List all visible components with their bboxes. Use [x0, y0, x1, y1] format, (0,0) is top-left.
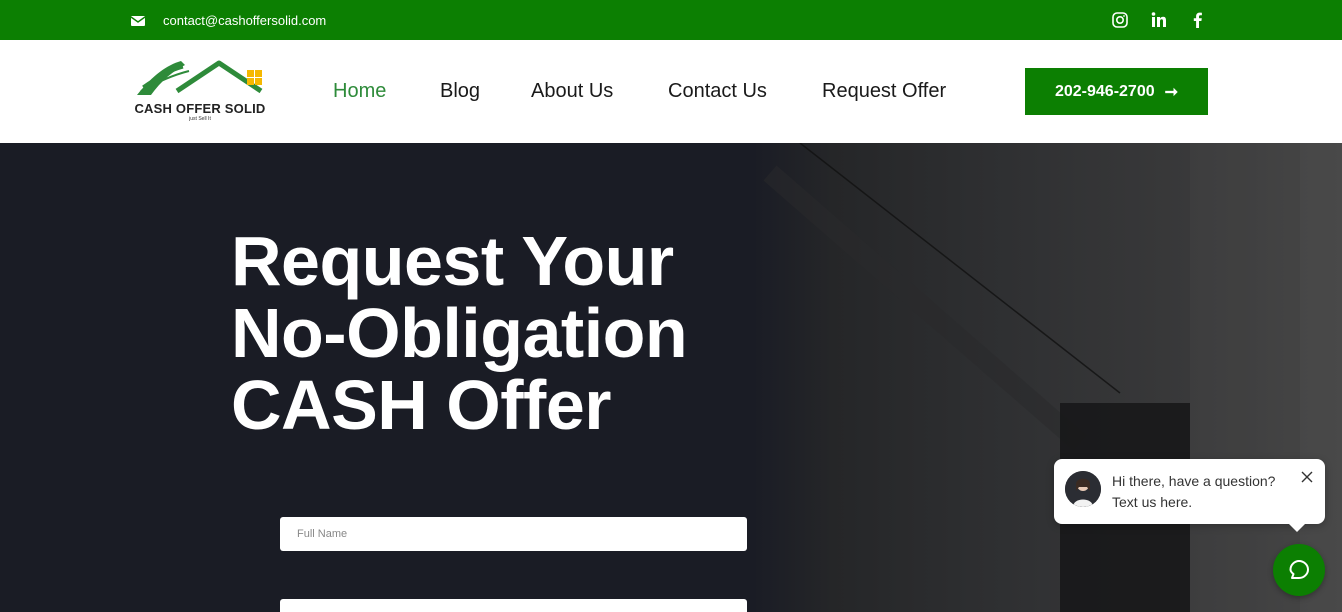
agent-avatar — [1065, 471, 1101, 507]
instagram-link[interactable] — [1111, 11, 1129, 29]
facebook-link[interactable] — [1189, 11, 1207, 29]
hero-title-line: CASH Offer — [231, 366, 612, 444]
chat-line: Hi there, have a question? — [1112, 473, 1276, 489]
house-logo-icon — [137, 60, 263, 95]
chat-prompt-bubble[interactable]: Hi there, have a question? Text us here. — [1054, 459, 1325, 532]
hero-title: Request Your No-Obligation CASH Offer — [231, 222, 688, 444]
nav-home[interactable]: Home — [333, 80, 386, 103]
arrow-right-icon: ➞ — [1164, 83, 1179, 101]
email-link[interactable]: contact@cashoffersolid.com — [131, 13, 326, 28]
nav-request-offer[interactable]: Request Offer — [822, 80, 946, 103]
chat-message: Hi there, have a question? Text us here. — [1112, 471, 1275, 513]
chat-icon — [1289, 560, 1309, 579]
full-name-input[interactable] — [280, 517, 747, 551]
email-text: contact@cashoffersolid.com — [163, 13, 327, 28]
chat-launcher-button[interactable] — [1273, 544, 1325, 596]
nav-contact-us[interactable]: Contact Us — [668, 80, 767, 103]
envelope-icon — [131, 15, 145, 26]
linkedin-icon — [1150, 11, 1168, 29]
nav-about-us[interactable]: About Us — [531, 80, 613, 103]
top-bar: contact@cashoffersolid.com — [0, 0, 1342, 40]
instagram-icon — [1111, 11, 1129, 29]
second-form-input[interactable] — [280, 599, 747, 612]
facebook-icon — [1189, 11, 1207, 29]
linkedin-link[interactable] — [1150, 11, 1168, 29]
nav-blog[interactable]: Blog — [440, 80, 480, 103]
site-header: CASH OFFER SOLID just Sell It Home Blog … — [0, 40, 1342, 143]
close-icon[interactable] — [1301, 470, 1313, 483]
chat-line: Text us here. — [1112, 494, 1193, 510]
hero-section: Request Your No-Obligation CASH Offer — [0, 143, 1342, 612]
logo[interactable]: CASH OFFER SOLID just Sell It — [133, 57, 273, 125]
hero-title-line: Request Your — [231, 222, 674, 300]
hero-title-line: No-Obligation — [231, 294, 688, 372]
logo-text: CASH OFFER SOLID — [134, 101, 266, 116]
logo-tagline: just Sell It — [189, 116, 211, 122]
phone-number: 202-946-2700 — [1054, 82, 1155, 100]
phone-call-button[interactable]: 202-946-2700 ➞ — [1025, 68, 1208, 115]
